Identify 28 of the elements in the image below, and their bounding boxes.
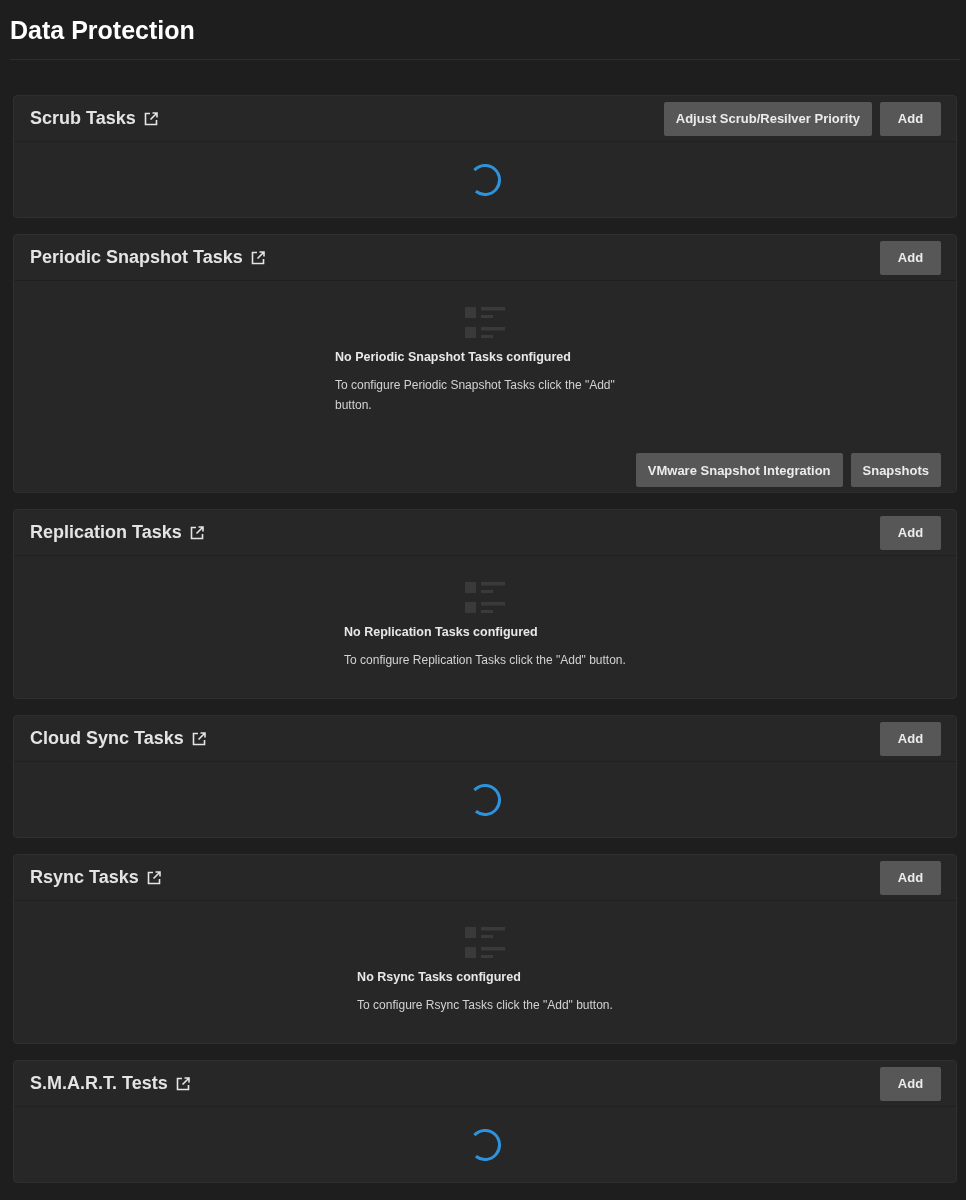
section-title: Scrub Tasks [30, 108, 136, 129]
footer-button[interactable]: Snapshots [850, 453, 941, 487]
square-arrow-icon[interactable] [188, 524, 205, 541]
page-title: Data Protection [10, 14, 195, 45]
header-button[interactable]: Add [880, 515, 941, 550]
header-button[interactable]: Add [880, 101, 941, 136]
empty-state-message: To configure Periodic Snapshot Tasks click the "Add" button. [335, 377, 616, 414]
section-title: Periodic Snapshot Tasks [30, 247, 243, 268]
section-title: Rsync Tasks [30, 867, 139, 888]
square-arrow-icon[interactable] [174, 1075, 191, 1092]
section-title: Cloud Sync Tasks [30, 728, 184, 749]
section-title: Replication Tasks [30, 522, 182, 543]
empty-state-message: To configure Replication Tasks click the "Add" button. [344, 652, 626, 669]
square-arrow-icon[interactable] [190, 730, 207, 747]
header-button[interactable]: Add [880, 240, 941, 275]
footer-button[interactable]: VMware Snapshot Integration [635, 453, 843, 487]
header-button[interactable]: Add [880, 721, 941, 756]
empty-state-message: To configure Rsync Tasks click the "Add" button. [357, 997, 613, 1014]
empty-state-title: No Replication Tasks configured [344, 624, 539, 641]
empty-state-title: No Rsync Tasks configured [357, 969, 522, 986]
square-arrow-icon[interactable] [145, 869, 162, 886]
header-button[interactable]: Add [880, 1066, 941, 1101]
header-button[interactable]: Add [880, 860, 941, 895]
square-arrow-icon[interactable] [249, 249, 266, 266]
header-button[interactable]: Adjust Scrub/Resilver Priority [663, 101, 872, 136]
empty-state-title: No Periodic Snapshot Tasks configured [335, 349, 572, 366]
square-arrow-icon[interactable] [142, 110, 159, 127]
section-title: S.M.A.R.T. Tests [30, 1073, 168, 1094]
